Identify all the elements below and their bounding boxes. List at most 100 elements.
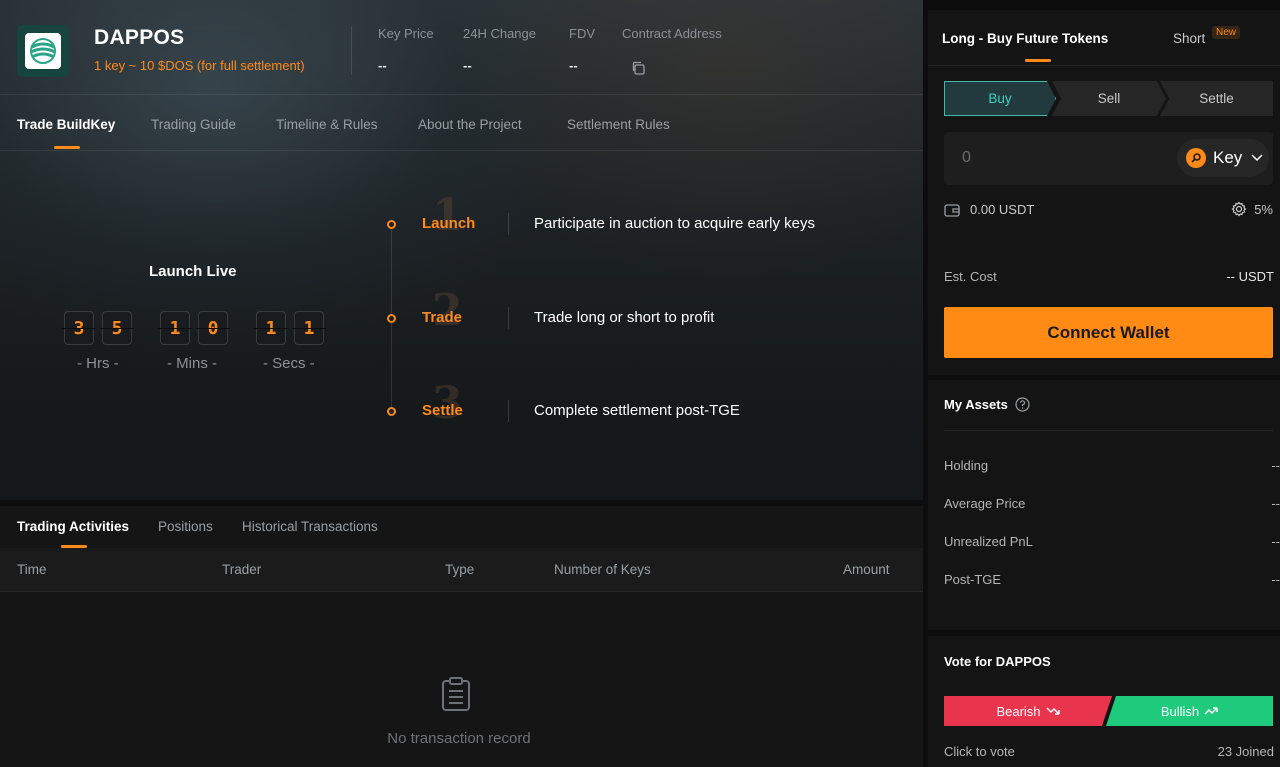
header-divider: [351, 27, 352, 75]
trade-panel: Long - Buy Future Tokens Short New Buy S…: [928, 10, 1280, 375]
timeline-divider: [508, 307, 509, 329]
seconds-label: - Secs -: [263, 355, 315, 372]
wallet-icon: [944, 204, 960, 217]
connect-wallet-button[interactable]: Connect Wallet: [944, 307, 1273, 358]
active-tab-indicator: [54, 146, 80, 149]
table-header: Time Trader Type Number of Keys Amount: [0, 548, 923, 592]
column-number-of-keys: Number of Keys: [554, 562, 651, 577]
tab-about-project[interactable]: About the Project: [418, 117, 522, 132]
help-icon[interactable]: [1015, 397, 1030, 412]
copy-icon[interactable]: [631, 61, 645, 75]
change-24h-label: 24H Change: [463, 26, 536, 41]
minutes-label: - Mins -: [167, 355, 217, 372]
hours-label: - Hrs -: [77, 355, 119, 372]
timeline-settle-title: Settle: [422, 402, 463, 419]
buy-button[interactable]: Buy: [944, 81, 1056, 116]
unrealized-pnl-label: Unrealized PnL: [944, 534, 1033, 549]
token-label: Key: [1213, 148, 1243, 167]
bullish-button[interactable]: Bullish: [1106, 696, 1273, 726]
tab-long[interactable]: Long - Buy Future Tokens: [942, 31, 1108, 46]
countdown-digit: 5: [100, 311, 134, 345]
empty-state-text: No transaction record: [387, 730, 531, 747]
timeline-dot: [387, 314, 396, 323]
timeline-launch-title: Launch: [422, 215, 476, 232]
post-tge-value: --: [1271, 572, 1280, 587]
column-trader: Trader: [222, 562, 262, 577]
holding-label: Holding: [944, 458, 989, 473]
project-tabs: Trade BuildKey Trading Guide Timeline & …: [0, 96, 923, 151]
timeline-settle-desc: Complete settlement post-TGE: [534, 402, 740, 419]
tab-trade-buildkey[interactable]: Trade BuildKey: [17, 117, 115, 132]
sell-button[interactable]: Sell: [1052, 81, 1166, 116]
divider: [944, 430, 1273, 431]
tab-trading-guide[interactable]: Trading Guide: [151, 117, 236, 132]
contract-address-label: Contract Address: [622, 26, 722, 41]
tab-short[interactable]: Short: [1173, 31, 1205, 46]
fdv-label: FDV: [569, 26, 595, 41]
average-price-label: Average Price: [944, 496, 1026, 511]
key-price-value: --: [378, 58, 387, 73]
main-content: DAPPOS 1 key ~ 10 $DOS (for full settlem…: [0, 0, 923, 767]
average-price-value: --: [1271, 496, 1280, 511]
countdown-digit: 1: [292, 311, 326, 345]
est-cost-label: Est. Cost: [944, 269, 997, 284]
timeline-dot: [387, 220, 396, 229]
holding-value: --: [1271, 458, 1280, 473]
tab-trading-activities[interactable]: Trading Activities: [17, 519, 129, 534]
project-header: DAPPOS 1 key ~ 10 $DOS (for full settlem…: [0, 0, 923, 95]
assets-title: My Assets: [944, 397, 1008, 412]
countdown-digit: 1: [254, 311, 288, 345]
countdown-title: Launch Live: [149, 263, 237, 280]
tab-timeline-rules[interactable]: Timeline & Rules: [276, 117, 378, 132]
est-cost-value: -- USDT: [1226, 269, 1274, 284]
slippage-value[interactable]: 5%: [1254, 202, 1273, 217]
amount-value: 0: [962, 149, 971, 166]
active-tab-indicator: [1025, 59, 1051, 62]
trend-up-icon: [1204, 707, 1218, 715]
tab-historical-transactions[interactable]: Historical Transactions: [242, 519, 378, 534]
clipboard-icon: [442, 677, 470, 711]
side-panel: Long - Buy Future Tokens Short New Buy S…: [928, 0, 1280, 767]
settle-button[interactable]: Settle: [1160, 81, 1273, 116]
countdown-digit: 3: [62, 311, 96, 345]
amount-input[interactable]: 0 Key: [944, 132, 1273, 185]
project-subtitle: 1 key ~ 10 $DOS (for full settlement): [94, 58, 305, 73]
timeline-dot: [387, 407, 396, 416]
activity-section: Trading Activities Positions Historical …: [0, 506, 923, 767]
my-assets-panel: My Assets Holding -- Average Price -- Un…: [928, 380, 1280, 630]
post-tge-label: Post-TGE: [944, 572, 1002, 587]
timeline-launch-desc: Participate in auction to acquire early …: [534, 215, 815, 232]
timeline-divider: [508, 213, 509, 235]
fdv-value: --: [569, 58, 578, 73]
joined-count: 23 Joined: [1217, 744, 1274, 759]
wallet-balance: 0.00 USDT: [970, 202, 1035, 217]
hero-section: DAPPOS 1 key ~ 10 $DOS (for full settlem…: [0, 0, 923, 500]
key-price-label: Key Price: [378, 26, 434, 41]
key-token-icon: [1186, 148, 1206, 168]
new-badge: New: [1212, 26, 1241, 39]
gear-icon[interactable]: [1231, 201, 1247, 217]
tab-positions[interactable]: Positions: [158, 519, 213, 534]
column-type: Type: [445, 562, 475, 577]
vote-panel: Vote for DAPPOS Bearish Bullish Click to…: [928, 636, 1280, 767]
bullish-label: Bullish: [1160, 703, 1200, 719]
click-to-vote-text: Click to vote: [944, 744, 1015, 759]
countdown-digit: 0: [196, 311, 230, 345]
trend-down-icon: [1046, 707, 1060, 715]
bearish-button[interactable]: Bearish: [944, 696, 1112, 726]
project-logo: [17, 25, 69, 77]
chevron-down-icon: [1251, 154, 1263, 162]
globe-icon: [30, 38, 56, 64]
project-name: DAPPOS: [94, 26, 185, 49]
vote-title: Vote for DAPPOS: [944, 654, 1051, 669]
balance-row: 0.00 USDT 5%: [944, 201, 1273, 221]
divider: [928, 65, 1280, 66]
timeline-trade-desc: Trade long or short to profit: [534, 309, 715, 326]
token-select[interactable]: Key: [1177, 139, 1269, 177]
column-time: Time: [17, 562, 47, 577]
timeline-divider: [508, 400, 509, 422]
column-amount: Amount: [843, 562, 890, 577]
timeline-trade-title: Trade: [422, 309, 463, 326]
countdown-digit: 1: [158, 311, 192, 345]
tab-settlement-rules[interactable]: Settlement Rules: [567, 117, 670, 132]
